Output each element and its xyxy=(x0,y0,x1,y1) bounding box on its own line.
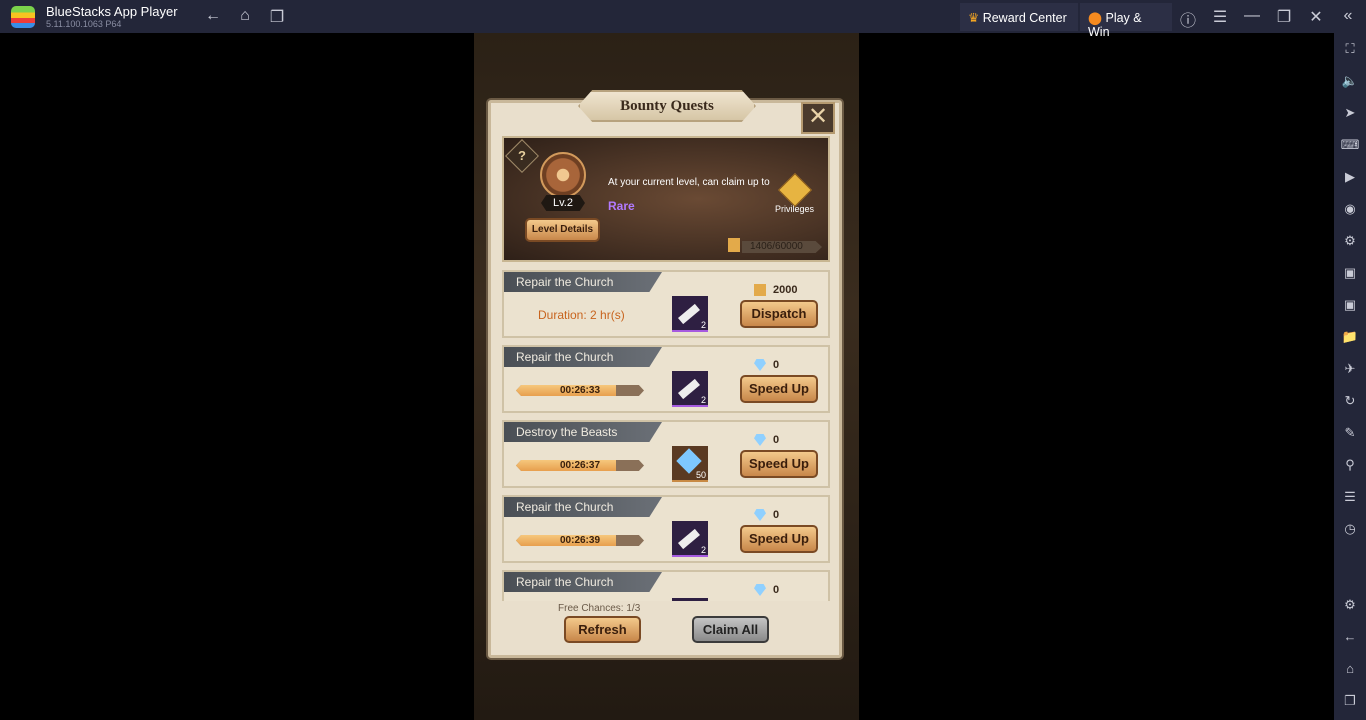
quest-duration: Duration: 2 hr(s) xyxy=(538,308,625,322)
keyboard-icon[interactable]: ⌨ xyxy=(1340,135,1360,155)
reward-qty: 2 xyxy=(700,545,706,555)
quest-title: Destroy the Beasts xyxy=(504,422,662,442)
quest-cost: 2000 xyxy=(773,284,798,296)
quest-cost: 0 xyxy=(773,584,780,596)
minimize-icon[interactable]: — xyxy=(1242,7,1262,25)
free-chances: Free Chances: 1/3 xyxy=(558,603,641,614)
apk-icon[interactable]: ▣ xyxy=(1340,263,1360,283)
rarity-label: Rare xyxy=(608,199,635,213)
home-icon[interactable]: ⌂ xyxy=(1340,659,1360,679)
privileges-label[interactable]: Privileges xyxy=(775,204,814,214)
close-dialog-button[interactable]: ✕ xyxy=(801,102,835,134)
quest-title: Repair the Church xyxy=(504,272,662,292)
quest-card: Repair the Church Duration: 2 hr(s) 2 2000 D… xyxy=(502,270,830,338)
app-version: 5.11.100.1063 P64 xyxy=(46,19,122,29)
right-sidebar: ⛶ 🔈 ➤ ⌨ ▶ ◉ ⚙ ▣ ▣ 📁 ✈ ↻ ✎ ⚲ ☰ ◷ ⚙ ← ⌂ ❐ xyxy=(1334,33,1366,720)
quest-timer-bar: 00:26:39 xyxy=(516,535,644,546)
quest-card: Repair the Church 00:26:39 2 0 Speed Up xyxy=(502,495,830,563)
scroll-icon xyxy=(678,378,700,400)
reward-item[interactable]: 2 xyxy=(672,371,708,407)
quest-timer-bar: 00:26:33 xyxy=(516,385,644,396)
recents-icon[interactable]: ❐ xyxy=(1340,691,1360,711)
quest-title: Repair the Church xyxy=(504,497,662,517)
level-details-button[interactable]: Level Details xyxy=(525,218,600,242)
location-icon[interactable]: ⚲ xyxy=(1340,455,1360,475)
volume-icon[interactable]: 🔈 xyxy=(1340,71,1360,91)
scroll-icon xyxy=(678,528,700,550)
scroll-icon xyxy=(754,284,766,296)
quest-timer-bar: 00:26:37 xyxy=(516,460,644,471)
airplane-icon[interactable]: ✈ xyxy=(1340,359,1360,379)
claim-all-button[interactable]: Claim All xyxy=(692,616,769,643)
quest-cost: 0 xyxy=(773,509,780,521)
reward-item[interactable]: 2 xyxy=(672,296,708,332)
restore-icon[interactable]: ❐ xyxy=(1274,7,1294,27)
level-emblem-icon xyxy=(540,152,586,198)
home-icon[interactable]: ⌂ xyxy=(235,7,255,25)
reward-center-button[interactable]: ♛ Reward Center xyxy=(960,3,1078,31)
quest-cost: 0 xyxy=(773,359,780,371)
title-bar: BlueStacks App Player 5.11.100.1063 P64 … xyxy=(0,0,1366,39)
bluestacks-logo xyxy=(11,6,35,28)
dialog-title: Bounty Quests xyxy=(578,90,756,122)
claim-text: At your current level, can claim up to xyxy=(608,177,770,188)
menu-icon[interactable]: ☰ xyxy=(1210,7,1230,27)
quest-card: Repair the Church 0 xyxy=(502,570,830,601)
speed-up-button[interactable]: Speed Up xyxy=(740,375,818,403)
layers-icon[interactable]: ☰ xyxy=(1340,487,1360,507)
screenshot-icon[interactable]: ▣ xyxy=(1340,295,1360,315)
back-arrow-icon[interactable]: ← xyxy=(203,7,223,25)
performance-icon[interactable]: ◷ xyxy=(1340,519,1360,539)
app-name: BlueStacks App Player xyxy=(46,4,178,19)
question-icon: ? xyxy=(518,148,526,163)
eco-mode-icon[interactable]: ✎ xyxy=(1340,423,1360,443)
folder-icon[interactable]: 📁 xyxy=(1340,327,1360,347)
macro-play-icon[interactable]: ▶ xyxy=(1340,167,1360,187)
back-icon[interactable]: ← xyxy=(1340,627,1360,647)
speed-up-button[interactable]: Speed Up xyxy=(740,450,818,478)
refresh-button[interactable]: Refresh xyxy=(564,616,641,643)
gem-icon xyxy=(754,509,766,521)
quest-list[interactable]: Repair the Church Duration: 2 hr(s) 2 2000 D… xyxy=(500,268,832,601)
quest-title: Repair the Church xyxy=(504,572,662,592)
reward-qty: 2 xyxy=(700,320,706,330)
scroll-icon xyxy=(678,303,700,325)
pointer-icon[interactable]: ➤ xyxy=(1340,103,1360,123)
reward-item[interactable]: 50 xyxy=(672,446,708,482)
gem-icon xyxy=(754,584,766,596)
dispatch-button[interactable]: Dispatch xyxy=(740,300,818,328)
rotate-icon[interactable]: ↻ xyxy=(1340,391,1360,411)
quest-card: Destroy the Beasts 00:26:37 50 0 Speed Up xyxy=(502,420,830,488)
collapse-sidebar-icon[interactable]: « xyxy=(1338,7,1358,25)
speed-up-button[interactable]: Speed Up xyxy=(740,525,818,553)
scroll-points-icon xyxy=(728,238,740,252)
crown-icon: ♛ xyxy=(968,11,980,25)
quest-timer: 00:26:39 xyxy=(559,535,601,546)
help-icon[interactable]: ⓘ xyxy=(1178,7,1198,31)
quest-timer: 00:26:33 xyxy=(559,385,601,396)
settings-icon[interactable]: ⚙ xyxy=(1340,595,1360,615)
controller-icon[interactable]: ⚙ xyxy=(1340,231,1360,251)
quest-cost: 0 xyxy=(773,434,780,446)
record-icon[interactable]: ◉ xyxy=(1340,199,1360,219)
star-badge-icon: ⬤ xyxy=(1088,11,1102,25)
points-progress: 1406/60000 xyxy=(742,241,822,253)
quest-timer: 00:26:37 xyxy=(559,460,601,471)
fullscreen-icon[interactable]: ⛶ xyxy=(1340,39,1360,59)
play-win-button[interactable]: ⬤ Play & Win xyxy=(1080,3,1172,39)
multi-instance-icon[interactable]: ❐ xyxy=(267,7,287,27)
gem-icon xyxy=(754,434,766,446)
quest-card: Repair the Church 00:26:33 2 0 Speed Up xyxy=(502,345,830,413)
reward-qty: 2 xyxy=(700,395,706,405)
gem-icon xyxy=(754,359,766,371)
reward-item[interactable] xyxy=(672,598,708,601)
reward-item[interactable]: 2 xyxy=(672,521,708,557)
close-window-icon[interactable]: ✕ xyxy=(1306,7,1326,27)
reward-qty: 50 xyxy=(695,470,706,480)
level-label: Lv.2 xyxy=(541,195,585,211)
quest-title: Repair the Church xyxy=(504,347,662,367)
